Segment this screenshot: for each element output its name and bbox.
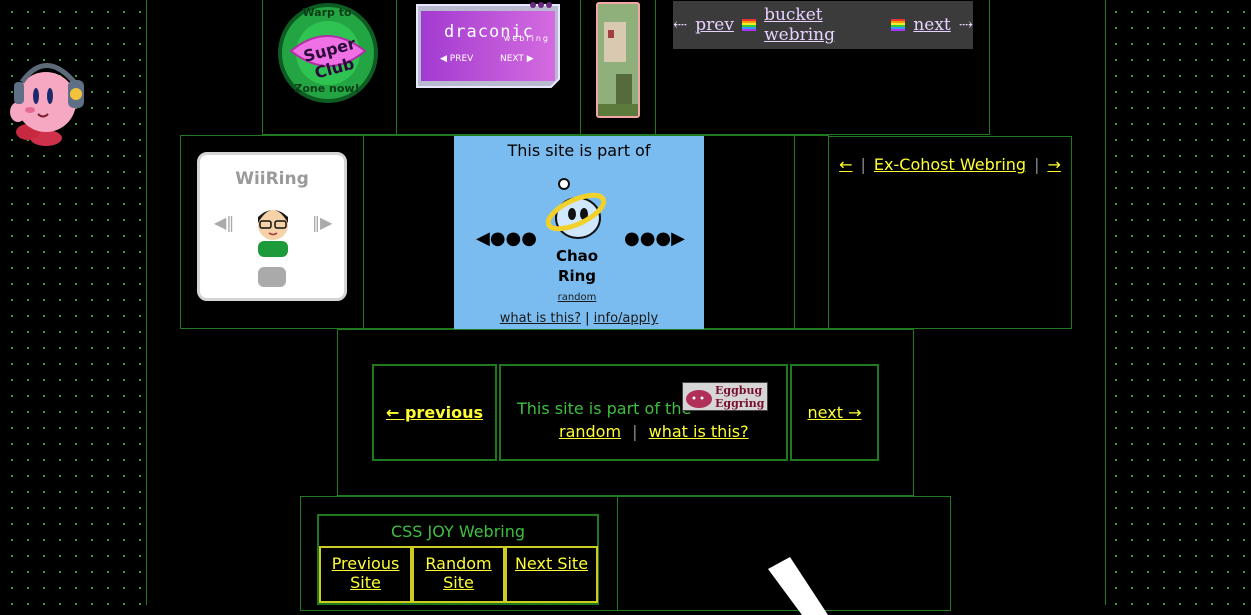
eggbug-icon: [686, 390, 712, 408]
eggbug-intro-text: This site is part of the: [517, 399, 692, 418]
wiiring-next-arrow-icon[interactable]: ‖▶: [312, 213, 332, 232]
white-stripe-graphic: [768, 557, 828, 615]
bucket-next-link[interactable]: next: [913, 15, 950, 35]
draconic-subtitle: webring: [503, 34, 550, 43]
css-joy-title: CSS JOY Webring: [390, 522, 526, 541]
chao-random-link[interactable]: random: [454, 292, 700, 303]
css-joy-random-link[interactable]: Random Site: [425, 554, 491, 592]
wiiring-title: WiiRing: [235, 169, 309, 189]
excohost-next-link[interactable]: →: [1047, 155, 1060, 174]
draconic-prev-link[interactable]: ◀ PREV: [440, 54, 473, 64]
badge-cell-empty: [794, 135, 829, 329]
excohost-separator: |: [860, 155, 866, 174]
kirby-mascot-image: [10, 52, 88, 148]
excohost-webring-nav: ← | Ex-Cohost Webring | →: [828, 136, 1072, 329]
eggbug-badge-line1: Eggbug: [715, 384, 763, 397]
css-joy-random-cell: Random Site: [412, 546, 505, 603]
excohost-title-link[interactable]: Ex-Cohost Webring: [874, 155, 1026, 174]
css-joy-previous-link[interactable]: Previous Site: [332, 554, 400, 592]
excohost-separator: |: [1034, 155, 1040, 174]
mii-avatar-icon: [258, 210, 288, 257]
rainbow-flag-icon: [891, 19, 906, 31]
chao-name-line2: Ring: [557, 267, 597, 285]
chao-separator: |: [585, 311, 590, 326]
bucket-webring-title-link[interactable]: bucket webring: [764, 5, 883, 45]
chao-icon: [545, 178, 607, 239]
badge-cell-bottom-right: [617, 496, 951, 615]
eggbug-separator: |: [632, 422, 638, 441]
bucket-webring-nav: ⇠ prev bucket webring next ⇢: [673, 1, 973, 49]
keyboard-icon[interactable]: [258, 267, 286, 287]
css-joy-next-link[interactable]: Next Site: [515, 554, 588, 573]
rainbow-flag-icon: [741, 19, 757, 31]
wiiring-prev-arrow-icon[interactable]: ◀‖: [214, 213, 234, 232]
draconic-prev-label: PREV: [449, 54, 474, 64]
eggbug-what-link[interactable]: what is this?: [649, 422, 749, 441]
excohost-prev-link[interactable]: ←: [839, 155, 852, 174]
chao-what-link[interactable]: what is this?: [500, 311, 581, 326]
eggbug-info-cell: This site is part of the random | what i…: [499, 364, 788, 461]
bucket-right-arrow: ⇢: [958, 15, 974, 35]
css-joy-next-cell: Next Site: [505, 546, 598, 603]
eggbug-eggring-badge[interactable]: Eggbug Eggring: [682, 382, 768, 411]
eggbug-previous-link[interactable]: ← previous: [386, 403, 483, 422]
eggbug-next-cell: next →: [790, 364, 879, 461]
chao-intro-text: This site is part of: [507, 141, 651, 160]
tall-webring-badge[interactable]: [596, 2, 640, 118]
eggbug-next-link[interactable]: next →: [808, 403, 862, 422]
draconic-next-link[interactable]: NEXT ▶: [500, 54, 534, 64]
css-joy-prev-cell: Previous Site: [319, 546, 412, 603]
chao-ring-badge: This site is part of ◀●●● ●●●▶ Chao Ring…: [454, 136, 704, 329]
eggbug-prev-cell: ← previous: [372, 364, 497, 461]
warp-badge-top-text: Warp to: [302, 6, 352, 19]
eggbug-random-link[interactable]: random: [559, 422, 621, 441]
bucket-left-arrow: ⇠: [673, 15, 688, 35]
draconic-webring-badge[interactable]: [413, 1, 565, 92]
warp-badge-bottom-text: Zone now!: [294, 82, 360, 95]
draconic-next-label: NEXT: [500, 54, 524, 64]
eggbug-badge-line2: Eggring: [715, 397, 765, 410]
wiiring-badge: WiiRing ◀‖ ‖▶: [197, 152, 347, 301]
bucket-prev-link[interactable]: prev: [695, 15, 734, 35]
chao-name-line1: Chao: [555, 247, 599, 265]
chao-info-link[interactable]: info/apply: [594, 311, 659, 326]
